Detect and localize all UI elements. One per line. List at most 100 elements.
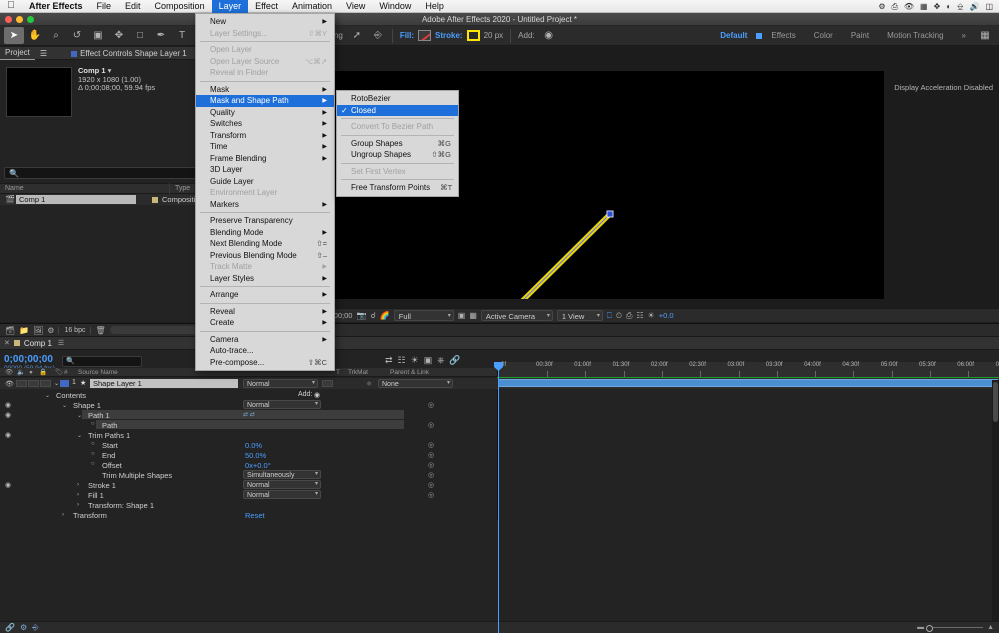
menu-item-switches[interactable]: Switches ▶ — [196, 118, 334, 130]
camera-tool[interactable]: ▣ — [88, 27, 108, 44]
menu-item-quality[interactable]: Quality ▶ — [196, 107, 334, 119]
menu-item-ungroup-shapes[interactable]: Ungroup Shapes ⇧⌘G — [337, 149, 458, 161]
menu-item-create[interactable]: Create ▶ — [196, 317, 334, 329]
property-dropdown[interactable]: Normal — [243, 490, 321, 499]
timeline-layer-row[interactable]: 👁 ⌄ 1 ★ Shape Layer 1 Normal ⚛ None — [0, 378, 999, 389]
property-keyframe-nav-icon[interactable]: ◎ — [428, 461, 434, 469]
stroke-width-value[interactable]: 20 px — [481, 31, 507, 40]
interpret-footage-icon[interactable]: 🗃 — [5, 326, 15, 335]
property-value[interactable]: 50.0% — [245, 451, 266, 460]
property-keyframe-track[interactable] — [497, 510, 999, 520]
timeline-ruler[interactable]: 0f 00:30f 01:00f 01:30f 02:00f 02:30f 03:00f 03… — [497, 362, 999, 377]
workspace-paint[interactable]: Paint — [842, 31, 878, 40]
airplay-icon[interactable]: ⎒ — [957, 0, 963, 13]
fast-preview-icon[interactable]: ⏲ — [616, 311, 622, 321]
menu-item-previous-blending-mode[interactable]: Previous Blending Mode ⇧– — [196, 250, 334, 262]
macos-menu-file[interactable]: File — [90, 0, 119, 13]
property-keyframe-track[interactable] — [497, 430, 999, 440]
macos-menu-animation[interactable]: Animation — [285, 0, 339, 13]
property-keyframe-track[interactable] — [497, 420, 999, 430]
property-row[interactable]: ○ Offset 0x+0.0° ◎ — [0, 460, 999, 470]
path-vertex-end[interactable] — [606, 210, 614, 218]
property-twirl-icon[interactable]: ⌄ — [62, 402, 67, 409]
col-source-name[interactable]: Source Name — [78, 368, 118, 377]
property-keyframe-track[interactable] — [497, 460, 999, 470]
snapshot-icon[interactable]: 📷 — [356, 311, 366, 320]
notification-icon[interactable]: ⚙ — [878, 0, 885, 13]
property-twirl-icon[interactable]: ⌄ — [77, 432, 82, 439]
timeline-zoom-control[interactable]: ▬ ▲ — [917, 624, 994, 632]
timeline-menu-icon[interactable]: ☰ — [58, 339, 64, 347]
property-value[interactable]: Reset — [245, 511, 265, 520]
delete-icon[interactable]: 🗑 — [95, 326, 105, 335]
add-property-icon[interactable]: ◉ — [314, 391, 320, 399]
macos-menu-help[interactable]: Help — [418, 0, 451, 13]
property-visibility-icon[interactable]: ◉ — [5, 411, 11, 419]
battery-icon[interactable]: ▦ — [920, 0, 928, 13]
property-twirl-icon[interactable]: › — [77, 482, 79, 488]
region-of-interest-icon[interactable]: ▣ — [458, 311, 466, 320]
layer-trkmat-swatch[interactable] — [322, 380, 333, 387]
pen-tool[interactable]: ✒ — [151, 27, 171, 44]
property-twirl-icon[interactable]: › — [77, 492, 79, 498]
pixel-aspect-icon[interactable]: ⎕ — [607, 311, 612, 321]
graph-editor-toggle-icon[interactable]: ⎆ — [32, 623, 38, 633]
col-trkmat[interactable]: TrkMat — [348, 368, 368, 377]
menu-item-markers[interactable]: Markers ▶ — [196, 199, 334, 211]
macos-menu-effect[interactable]: Effect — [248, 0, 285, 13]
menu-item-layer-styles[interactable]: Layer Styles ▶ — [196, 273, 334, 285]
property-keyframe-track[interactable] — [497, 400, 999, 410]
zoom-slider[interactable] — [926, 625, 984, 632]
menu-item-pre-compose[interactable]: Pre-compose... ⇧⌘C — [196, 357, 334, 369]
current-timecode[interactable]: 0;00;00;00 — [4, 354, 55, 365]
property-row[interactable]: ◉ › Stroke 1 Normal ◎ — [0, 480, 999, 490]
property-keyframe-track[interactable] — [497, 490, 999, 500]
stroke-label[interactable]: Stroke: — [432, 31, 466, 40]
property-row[interactable]: › Transform Reset — [0, 510, 999, 520]
menu-item-auto-trace[interactable]: Auto-trace... — [196, 345, 334, 357]
draft-3d-icon[interactable]: ☷ — [398, 355, 406, 366]
col-solo-icon[interactable]: ● — [29, 368, 33, 377]
property-keyframe-track[interactable] — [497, 480, 999, 490]
wifi-icon[interactable]: ◐ — [946, 0, 951, 13]
menu-item-transform[interactable]: Transform ▶ — [196, 130, 334, 142]
workspace-default[interactable]: Default — [711, 31, 756, 40]
comp-flowchart-icon[interactable]: ☷ — [636, 311, 643, 320]
property-twirl-icon[interactable]: ⌄ — [45, 392, 50, 399]
layer-parent-dropdown[interactable]: None — [378, 379, 453, 388]
property-row[interactable]: ◉ ⌄ Shape 1 Normal ◎ — [0, 400, 999, 410]
property-dropdown[interactable]: Simultaneously — [243, 470, 321, 479]
property-keyframe-track[interactable] — [497, 410, 999, 420]
macos-menu-view[interactable]: View — [339, 0, 372, 13]
parent-pickwhip-icon[interactable]: ⚛ — [366, 380, 372, 388]
property-row[interactable]: Trim Multiple Shapes Simultaneously ◎ — [0, 470, 999, 480]
menu-item-preserve-transparency[interactable]: Preserve Transparency — [196, 215, 334, 227]
workspace-effects[interactable]: Effects — [762, 31, 804, 40]
hide-shy-icon[interactable]: ☀ — [411, 355, 419, 366]
layer-audio-toggle[interactable] — [16, 380, 27, 387]
graph-editor-icon[interactable]: 🔗 — [449, 355, 460, 366]
menu-item-new[interactable]: New ▶ — [196, 16, 334, 28]
project-settings-icon[interactable]: ⚙ — [47, 326, 54, 335]
fill-label[interactable]: Fill: — [397, 31, 417, 40]
property-row[interactable]: ◉ ⌄ Trim Paths 1 — [0, 430, 999, 440]
col-video-icon[interactable]: 👁 — [5, 368, 13, 377]
macos-menu-edit[interactable]: Edit — [118, 0, 148, 13]
menu-item-group-shapes[interactable]: Group Shapes ⌘G — [337, 138, 458, 150]
timeline-icon[interactable]: ⎙ — [626, 311, 632, 321]
property-keyframe-track[interactable] — [497, 390, 999, 400]
property-keyframe-nav-icon[interactable]: ◎ — [428, 401, 434, 409]
property-dropdown[interactable]: Normal — [243, 480, 321, 489]
macos-menu-composition[interactable]: Composition — [148, 0, 212, 13]
menu-item-mask-and-shape-path[interactable]: Mask and Shape Path ▶ — [196, 95, 334, 107]
menu-item-mask[interactable]: Mask ▶ — [196, 84, 334, 96]
property-stopwatch-icon[interactable]: ○ — [91, 421, 95, 427]
add-menu-icon[interactable]: ◉ — [539, 27, 559, 44]
eye-icon[interactable]: 👁 — [904, 0, 914, 13]
property-visibility-icon[interactable]: ◉ — [5, 401, 11, 409]
menu-item-guide-layer[interactable]: Guide Layer — [196, 176, 334, 188]
snap-box-icon[interactable]: ⎆ — [368, 27, 388, 44]
toggle-switches-modes-icon[interactable]: 🔗 — [5, 623, 15, 632]
workspace-list-icon[interactable]: ▦ — [975, 27, 995, 44]
col-name[interactable]: Name — [0, 183, 170, 194]
